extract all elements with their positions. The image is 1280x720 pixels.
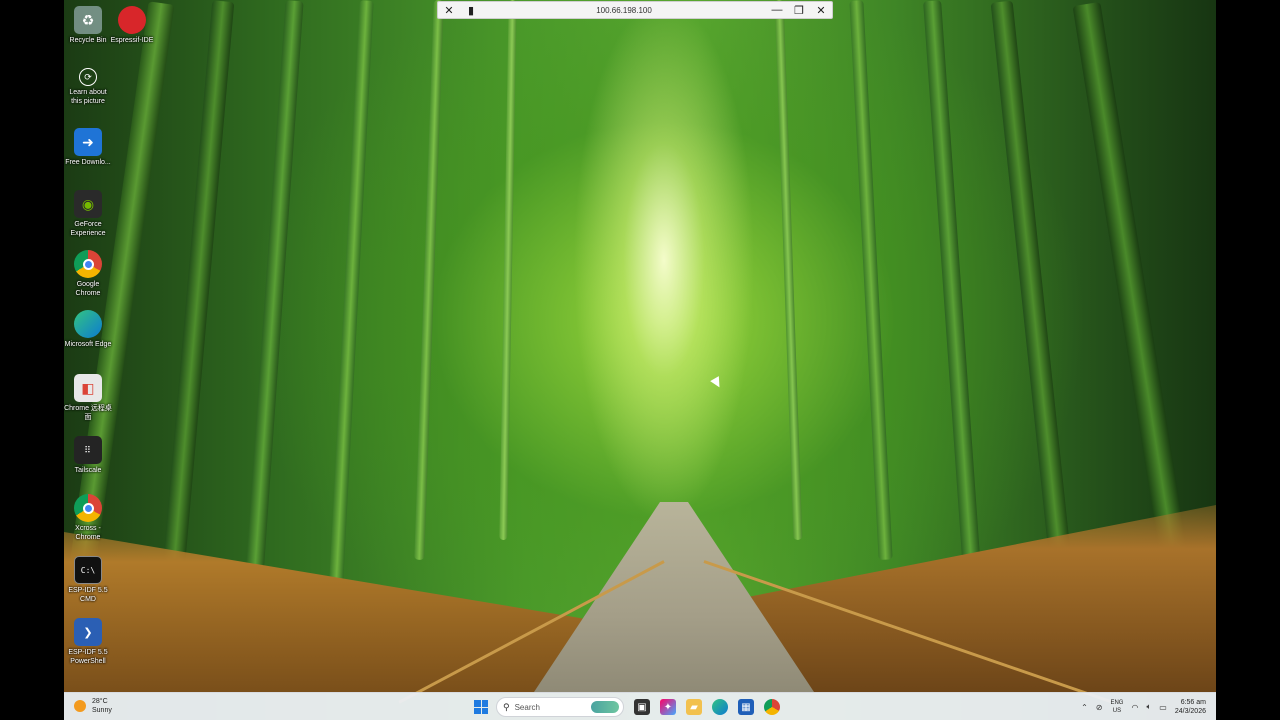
desktop-icon-label: Tailscale xyxy=(74,467,102,474)
desktop-icon-label: ESP-IDF 5.5 CMD xyxy=(68,587,108,603)
desktop-icon-espressif-ide[interactable]: Espressif-IDE xyxy=(108,6,156,45)
desktop-icon-geforce[interactable]: ◉ GeForce Experience xyxy=(64,190,112,238)
file-explorer-icon[interactable]: ▰ xyxy=(686,699,702,715)
taskbar: 28°C Sunny ⚲ Search ▣ ✦ ▰ ▦ ⌃ ⊘ ENG US ◠… xyxy=(64,692,1216,720)
chrome-taskbar-icon[interactable] xyxy=(764,699,780,715)
desktop-icon-chrome-remote[interactable]: ◧ Chrome 远程桌面 xyxy=(64,374,112,422)
desktop-icon-label: Recycle Bin xyxy=(69,37,107,44)
search-icon: ⚲ xyxy=(503,701,510,712)
tailscale-icon: ⠿ xyxy=(74,436,102,464)
esp-idf-powershell-icon: ❯ xyxy=(74,618,102,646)
esp-idf-cmd-icon: C:\ xyxy=(74,556,102,584)
xcross-chrome-icon xyxy=(74,494,102,522)
weather-temp: 28°C xyxy=(92,698,108,705)
restore-button[interactable]: ❐ xyxy=(788,2,810,18)
espressif-ide-icon xyxy=(118,6,146,34)
desktop-icon-recycle-bin[interactable]: ♻ Recycle Bin xyxy=(64,6,112,45)
start-button[interactable] xyxy=(474,700,488,714)
desktop-icon-esp-idf-cmd[interactable]: C:\ ESP-IDF 5.5 CMD xyxy=(64,556,112,604)
clock[interactable]: 6:56 am 24/3/2026 xyxy=(1175,698,1206,716)
desktop-icon-learn-picture[interactable]: ⟳ Learn about this picture xyxy=(64,68,112,106)
unpin-icon[interactable]: ✕ xyxy=(438,2,460,18)
remote-desktop-screen: ♻ Recycle Bin Espressif-IDE ⟳ Learn abou… xyxy=(64,0,1216,720)
task-view-icon[interactable]: ▣ xyxy=(634,699,650,715)
desktop-icon-label: Free Downlo... xyxy=(65,159,111,166)
learn-picture-icon: ⟳ xyxy=(79,68,97,86)
desktop-icon-label: Chrome 远程桌面 xyxy=(64,405,112,421)
bamboo-stalk xyxy=(499,0,517,541)
remote-connection-bar: ✕ ▮ 100.66.198.100 — ❐ ✕ xyxy=(437,1,833,19)
clock-time: 6:56 am xyxy=(1180,699,1206,706)
edge-icon xyxy=(74,310,102,338)
chrome-remote-icon: ◧ xyxy=(74,374,102,402)
taskbar-search-box[interactable]: ⚲ Search xyxy=(496,697,624,717)
desktop-icon-label: Learn about this picture xyxy=(69,89,107,105)
language-indicator[interactable]: ENG US xyxy=(1110,699,1123,715)
system-tray: ⌃ ⊘ ENG US ◠ 🔈︎ ▭ 6:56 am 24/3/2026 xyxy=(1081,693,1216,720)
lang-bottom: US xyxy=(1112,708,1122,714)
recycle-bin-icon: ♻ xyxy=(74,6,102,34)
chevron-up-icon[interactable]: ⌃ xyxy=(1081,703,1088,712)
edge-taskbar-icon[interactable] xyxy=(712,699,728,715)
lang-top: ENG xyxy=(1110,700,1124,706)
desktop-icon-label: GeForce Experience xyxy=(70,221,106,237)
desktop-icon-tailscale[interactable]: ⠿ Tailscale xyxy=(64,436,112,475)
bamboo-stalk xyxy=(849,0,893,560)
search-highlight-icon xyxy=(591,701,619,713)
mouse-cursor-icon xyxy=(710,376,724,390)
bamboo-stalk xyxy=(774,0,803,540)
weather-widget[interactable]: 28°C Sunny xyxy=(74,697,112,715)
signal-strength-icon[interactable]: ▮ xyxy=(460,2,482,18)
remote-host-address: 100.66.198.100 xyxy=(596,5,652,15)
sun-icon xyxy=(74,700,86,712)
desktop-icon-label: Google Chrome xyxy=(75,281,101,297)
bamboo-stalk xyxy=(414,0,444,561)
volume-icon[interactable]: 🔈︎ xyxy=(1146,702,1151,712)
geforce-icon: ◉ xyxy=(74,190,102,218)
desktop-icon-xcross-chrome[interactable]: Xcross - Chrome xyxy=(64,494,112,542)
windows-logo-icon xyxy=(474,700,481,707)
free-download-icon: ➜ xyxy=(74,128,102,156)
desktop-icon-label: Microsoft Edge xyxy=(64,341,112,348)
bamboo-stalk xyxy=(242,0,304,620)
microsoft-store-icon[interactable]: ▦ xyxy=(738,699,754,715)
notification-off-icon[interactable]: ⊘ xyxy=(1096,703,1103,712)
battery-icon[interactable]: ▭ xyxy=(1159,703,1167,712)
desktop-icon-esp-idf-powershell[interactable]: ❯ ESP-IDF 5.5 PowerShell xyxy=(64,618,112,666)
weather-text: 28°C Sunny xyxy=(92,697,112,715)
copilot-icon[interactable]: ✦ xyxy=(660,699,676,715)
search-placeholder: Search xyxy=(514,702,540,712)
wifi-icon[interactable]: ◠ xyxy=(1131,703,1138,712)
weather-desc: Sunny xyxy=(92,707,112,714)
minimize-button[interactable]: — xyxy=(766,2,788,18)
bamboo-stalk xyxy=(328,0,374,600)
desktop-icon-label: Espressif-IDE xyxy=(110,37,154,44)
desktop-icon-free-download[interactable]: ➜ Free Downlo... xyxy=(64,128,112,167)
close-button[interactable]: ✕ xyxy=(810,2,832,18)
desktop-icon-label: Xcross - Chrome xyxy=(75,525,101,541)
clock-date: 24/3/2026 xyxy=(1174,708,1206,715)
desktop-icon-label: ESP-IDF 5.5 PowerShell xyxy=(68,649,108,665)
chrome-icon xyxy=(74,250,102,278)
bamboo-stalk xyxy=(923,0,983,600)
desktop-icon-chrome[interactable]: Google Chrome xyxy=(64,250,112,298)
desktop-icon-edge[interactable]: Microsoft Edge xyxy=(64,310,112,349)
